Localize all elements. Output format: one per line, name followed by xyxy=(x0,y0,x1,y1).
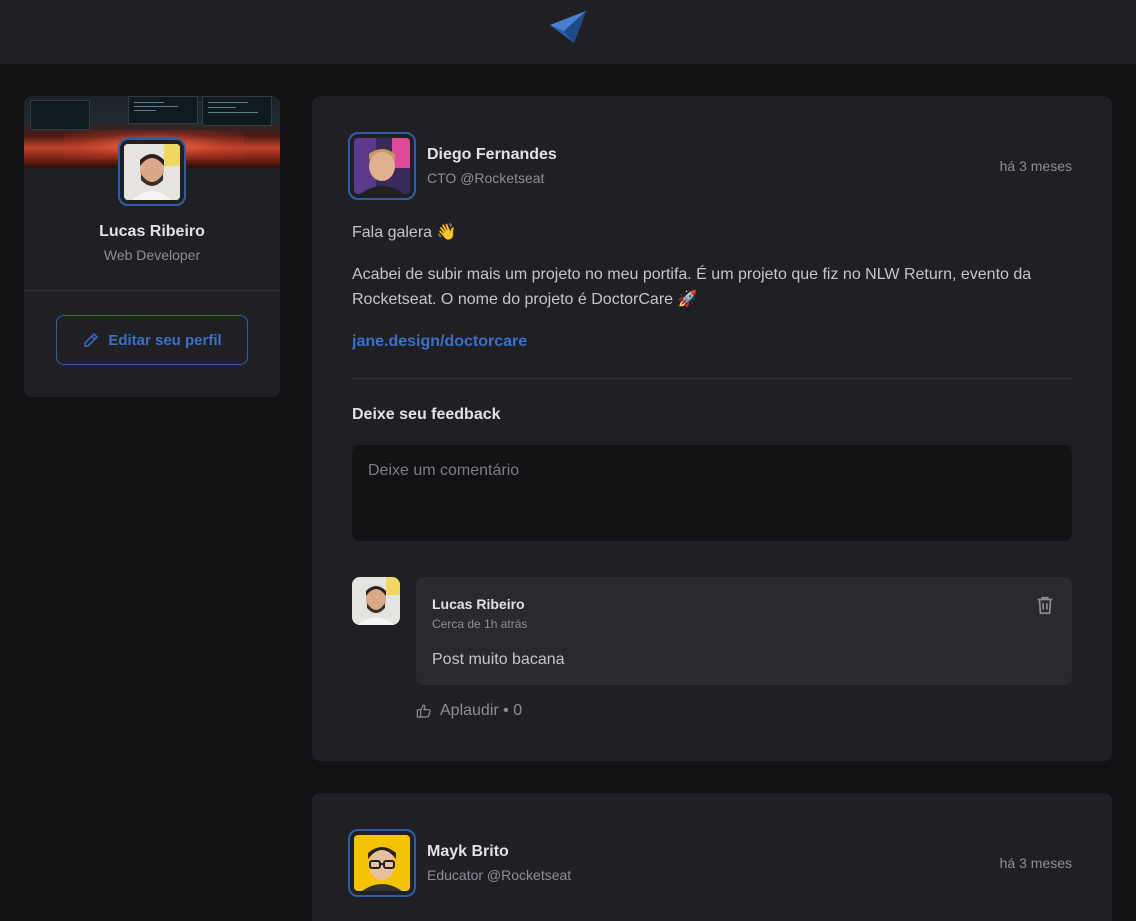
post-paragraph: Acabei de subir mais um projeto no meu p… xyxy=(352,266,1032,308)
feedback-title: Deixe seu feedback xyxy=(352,406,501,423)
profile-sidebar: Lucas Ribeiro Web Developer Editar seu p… xyxy=(24,96,280,397)
trash-icon[interactable] xyxy=(1034,594,1056,616)
comment-card: Lucas Ribeiro Cerca de 1h atrás Post mui… xyxy=(416,577,1072,685)
comment-text: Post muito bacana xyxy=(432,651,565,668)
sidebar-user-avatar xyxy=(118,138,186,206)
post-author-role: CTO @Rocketseat xyxy=(427,170,545,186)
sidebar-user-name: Lucas Ribeiro xyxy=(99,223,205,240)
post-card: Diego Fernandes CTO @Rocketseat há 3 mes… xyxy=(312,96,1112,761)
post-timestamp: há 3 meses xyxy=(999,158,1072,174)
post-author-avatar[interactable] xyxy=(348,829,416,897)
top-header xyxy=(0,0,1136,64)
sidebar-user-role: Web Developer xyxy=(103,247,201,263)
edit-profile-label: Editar seu perfil xyxy=(108,331,222,349)
thumbs-up-icon xyxy=(416,704,431,718)
comment-input[interactable] xyxy=(352,445,1072,541)
post-content: Fala galera 👋 Acabei de subir mais um pr… xyxy=(352,220,1072,371)
edit-profile-button[interactable]: Editar seu perfil xyxy=(56,315,248,365)
post-card: Mayk Brito Educator @Rocketseat há 3 mes… xyxy=(312,793,1112,921)
post-author-avatar[interactable] xyxy=(348,132,416,200)
applaud-label: Aplaudir • 0 xyxy=(440,702,523,719)
sidebar-divider xyxy=(24,290,280,291)
post-author-name: Diego Fernandes xyxy=(427,146,557,163)
post-divider xyxy=(352,378,1072,379)
post-author-name: Mayk Brito xyxy=(427,843,509,860)
post-paragraph: Fala galera 👋 xyxy=(352,224,457,241)
comment-author-avatar[interactable] xyxy=(352,577,400,625)
ignite-logo-icon xyxy=(550,11,586,43)
applaud-button[interactable]: Aplaudir • 0 xyxy=(416,701,522,721)
post-author-role: Educator @Rocketseat xyxy=(427,867,572,883)
post-timestamp: há 3 meses xyxy=(999,855,1072,871)
pencil-icon xyxy=(84,332,99,347)
comment-author-name: Lucas Ribeiro xyxy=(432,596,525,612)
post-link[interactable]: jane.design/doctorcare xyxy=(352,333,527,350)
comment-timestamp: Cerca de 1h atrás xyxy=(432,617,528,631)
